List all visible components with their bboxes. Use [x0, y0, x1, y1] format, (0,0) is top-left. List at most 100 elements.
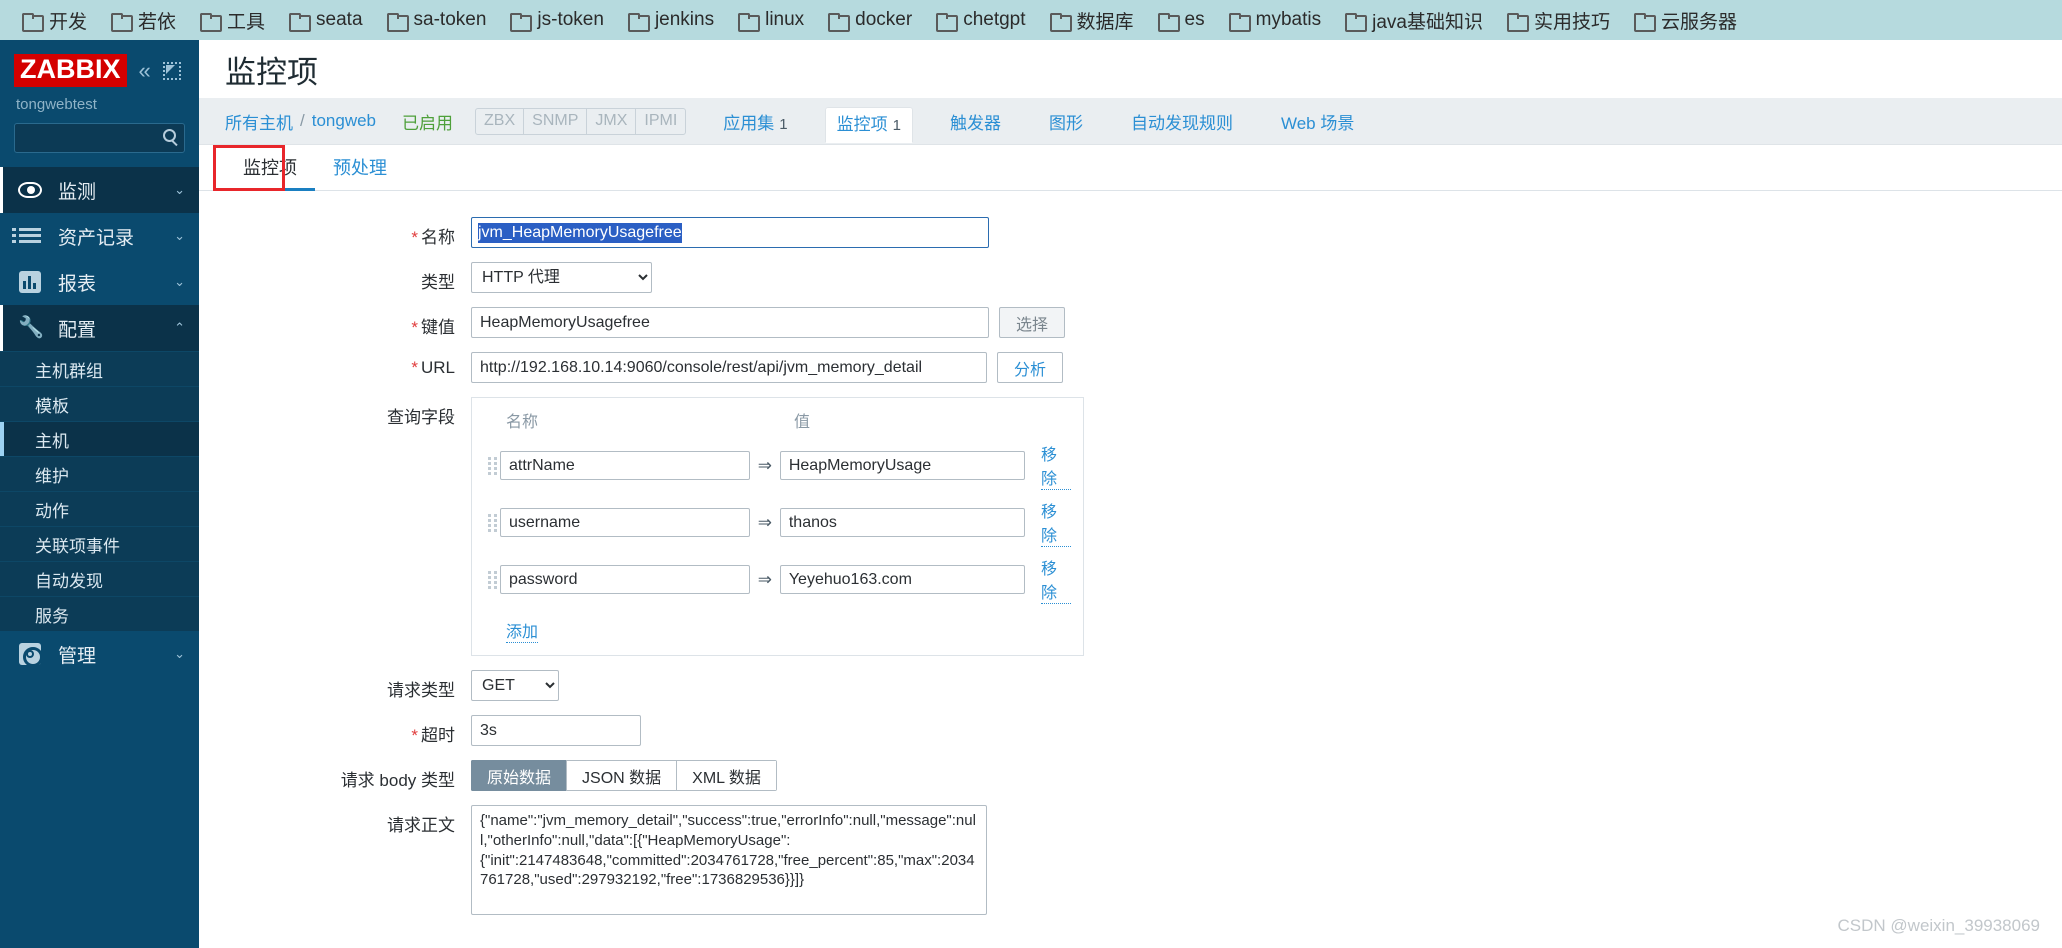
compact-sidebar-icon[interactable]: [162, 61, 181, 80]
query-fields-panel: 名称 值 ⇒ 移除 ⇒ 移除 ⇒ 移除 添加: [471, 397, 1084, 656]
folder-icon: [1157, 12, 1180, 32]
drag-handle-icon[interactable]: [484, 569, 500, 591]
request-type-select[interactable]: GET: [471, 670, 559, 701]
drag-handle-icon[interactable]: [484, 512, 500, 534]
sidebar-submenu-item[interactable]: 服务: [0, 596, 199, 631]
form-tab[interactable]: 监控项: [225, 154, 315, 191]
drag-handle-icon[interactable]: [484, 455, 500, 477]
protocol-badge: IPMI: [644, 111, 678, 129]
bookmark-item[interactable]: 工具: [188, 3, 277, 38]
bookmark-item[interactable]: mybatis: [1217, 5, 1333, 35]
query-field-name-input[interactable]: [500, 565, 750, 594]
sidebar-nav-item[interactable]: 监测 ⌄: [0, 167, 199, 213]
bookmark-item[interactable]: es: [1146, 5, 1217, 35]
sidebar-nav-item[interactable]: 资产记录 ⌄: [0, 213, 199, 259]
remove-query-field-button[interactable]: 移除: [1040, 555, 1071, 604]
query-field-value-input[interactable]: [779, 508, 1025, 537]
item-form: * 名称 jvm_HeapMemoryUsagefree 类型 HTTP 代理 *: [199, 191, 2062, 948]
bookmark-item[interactable]: linux: [726, 5, 816, 35]
type-label: 类型: [421, 273, 455, 292]
folder-icon: [111, 12, 134, 32]
key-input[interactable]: [471, 307, 989, 338]
remove-query-field-button[interactable]: 移除: [1040, 498, 1071, 547]
bookmark-item[interactable]: jenkins: [616, 5, 726, 35]
sidebar-nav-item[interactable]: 报表 ⌄: [0, 259, 199, 305]
object-tab[interactable]: 自动发现规则: [1120, 107, 1244, 141]
name-input[interactable]: jvm_HeapMemoryUsagefree: [471, 217, 989, 248]
logo-row: ZABBIX «: [14, 54, 185, 87]
bookmark-item[interactable]: seata: [277, 5, 374, 35]
sidebar-submenu-item[interactable]: 动作: [0, 491, 199, 526]
sidebar-submenu-item[interactable]: 关联项事件: [0, 526, 199, 561]
bookmark-label: js-token: [537, 9, 604, 30]
bookmark-item[interactable]: 若依: [99, 3, 188, 38]
bookmark-item[interactable]: chetgpt: [924, 5, 1037, 35]
url-parse-button[interactable]: 分析: [997, 352, 1064, 383]
sidebar-nav-item[interactable]: 🔧 配置 ⌃: [0, 305, 199, 351]
bookmark-item[interactable]: sa-token: [375, 5, 499, 35]
key-select-button[interactable]: 选择: [999, 307, 1066, 338]
sidebar-header: ZABBIX « tongwebtest: [0, 40, 199, 123]
body-type-option[interactable]: XML 数据: [676, 760, 777, 791]
request-body-textarea[interactable]: [471, 805, 987, 915]
sidebar-submenu-item[interactable]: 自动发现: [0, 561, 199, 596]
bookmark-item[interactable]: 实用技巧: [1495, 3, 1622, 38]
body-type-control: 原始数据 JSON 数据 XML 数据: [471, 760, 777, 791]
query-field-value-input[interactable]: [779, 565, 1025, 594]
folder-icon: [386, 12, 409, 32]
bookmark-item[interactable]: js-token: [498, 5, 616, 35]
sidebar-nav-item-admin[interactable]: 管理 ⌄: [0, 631, 199, 677]
report-icon: [18, 270, 42, 294]
type-control: HTTP 代理: [471, 262, 652, 293]
query-col-name: 名称: [506, 414, 539, 431]
search-input[interactable]: [14, 123, 185, 153]
sidebar-submenu-item[interactable]: 主机群组: [0, 351, 199, 386]
form-tab[interactable]: 预处理: [315, 154, 405, 190]
bookmark-item[interactable]: 开发: [10, 3, 99, 38]
chevron-icon: ⌄: [174, 274, 185, 289]
type-select[interactable]: HTTP 代理: [471, 262, 652, 293]
body-type-option[interactable]: 原始数据: [471, 760, 567, 791]
timeout-control: [471, 715, 641, 746]
query-field-value-input[interactable]: [779, 451, 1025, 480]
add-query-field-button[interactable]: 添加: [506, 618, 539, 643]
breadcrumb-host[interactable]: tongweb: [312, 111, 376, 131]
url-input[interactable]: [471, 352, 987, 383]
folder-icon: [1345, 12, 1368, 32]
chevron-icon: ⌃: [174, 320, 185, 335]
bookmark-label: sa-token: [413, 9, 487, 30]
object-tab[interactable]: 触发器: [939, 107, 1012, 141]
host-status-enabled[interactable]: 已启用: [402, 109, 453, 134]
breadcrumb-all-hosts[interactable]: 所有主机: [225, 109, 293, 134]
wrench-icon: 🔧: [18, 316, 45, 339]
sidebar-submenu-item[interactable]: 维护: [0, 456, 199, 491]
object-tab[interactable]: 图形: [1038, 107, 1094, 141]
sidebar-submenu-item[interactable]: 主机: [0, 421, 199, 456]
query-fields-header: 名称 值: [484, 408, 1071, 432]
object-tab[interactable]: 监控项 1: [824, 106, 913, 143]
sidebar-nav-label: 监测: [58, 181, 97, 203]
object-tab-label: 监控项: [836, 114, 888, 134]
timeout-input[interactable]: [471, 715, 641, 746]
query-field-name-input[interactable]: [500, 508, 750, 537]
request-type-control: GET: [471, 670, 559, 701]
object-tab[interactable]: Web 场景: [1270, 107, 1365, 141]
object-tab[interactable]: 应用集 1: [712, 107, 798, 141]
posts-label: 请求正文: [387, 816, 455, 835]
body-type-option[interactable]: JSON 数据: [566, 760, 677, 791]
bookmark-item[interactable]: java基础知识: [1333, 3, 1495, 38]
bookmark-item[interactable]: 云服务器: [1622, 3, 1749, 38]
bookmark-item[interactable]: 数据库: [1038, 3, 1146, 38]
collapse-sidebar-icon[interactable]: «: [139, 59, 151, 82]
query-field-name-input[interactable]: [500, 451, 750, 480]
bookmark-item[interactable]: docker: [816, 5, 924, 35]
sidebar-submenu-item[interactable]: 模板: [0, 386, 199, 421]
browser-bookmark-bar: 开发 若依 工具 seata sa-token js-token jenkins linux d…: [0, 0, 2062, 40]
sidebar-nav-label: 管理: [58, 645, 97, 667]
bookmark-label: seata: [316, 9, 363, 30]
sidebar-submenu-label: 服务: [35, 606, 69, 626]
remove-query-field-button[interactable]: 移除: [1040, 441, 1071, 490]
key-label: * 键值: [411, 318, 455, 337]
object-tab-label: Web 场景: [1280, 113, 1355, 133]
protocol-badge: JMX: [587, 108, 637, 134]
